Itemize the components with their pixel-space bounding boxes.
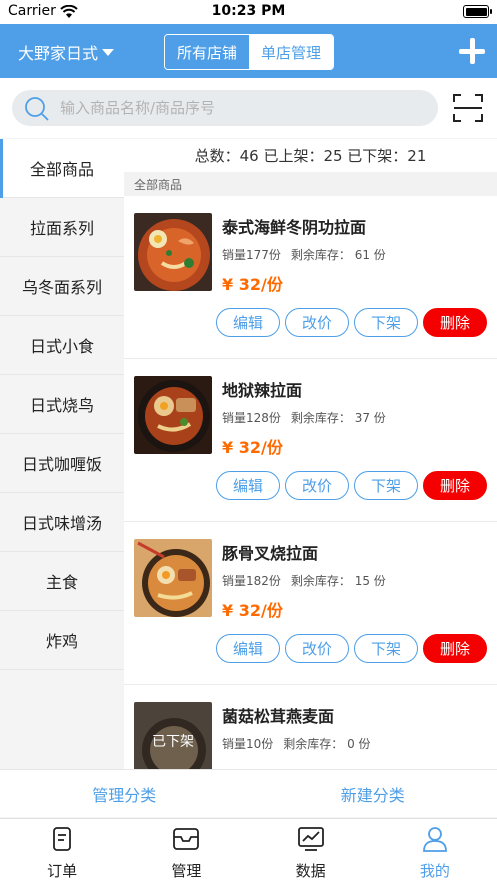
product-name: 菌菇松茸燕麦面 <box>222 707 335 726</box>
product-list-panel: 总数：46 已上架：25 已下架：21 全部商品 泰式海鲜冬阴功拉面 销量177… <box>124 139 497 769</box>
tab-label: 订单 <box>47 862 78 880</box>
search-bar <box>0 78 497 138</box>
take-down-button[interactable]: 下架 <box>354 471 418 500</box>
edit-button[interactable]: 编辑 <box>216 471 280 500</box>
product-image <box>134 213 212 291</box>
store-mode-toggle: 所有店铺 单店管理 <box>164 34 334 70</box>
store-selector[interactable]: 大野家日式 <box>18 40 115 64</box>
reprice-button[interactable]: 改价 <box>285 634 349 663</box>
category-actions-bar: 管理分类 新建分类 <box>0 769 497 817</box>
edit-button[interactable]: 编辑 <box>216 634 280 663</box>
search-icon <box>24 96 50 126</box>
take-down-button[interactable]: 下架 <box>354 634 418 663</box>
product-item[interactable]: 泰式海鲜冬阴功拉面 销量177份 剩余库存： 61 份 ¥ 32/份 编辑 改价 … <box>124 196 497 359</box>
product-image <box>134 376 212 454</box>
caret-down-icon <box>102 48 115 56</box>
app-header: 大野家日式 所有店铺 单店管理 <box>0 24 497 78</box>
tab-label: 数据 <box>295 862 326 880</box>
product-image <box>134 539 212 617</box>
tab-bar: 订单 管理 数据 我的 <box>0 818 497 883</box>
edit-button[interactable]: 编辑 <box>216 308 280 337</box>
product-stats: 销量128份 剩余库存： 37 份 <box>222 409 386 426</box>
delete-button[interactable]: 删除 <box>423 634 487 663</box>
battery-icon <box>463 5 492 18</box>
product-actions: 编辑 改价 下架 删除 <box>216 308 487 337</box>
category-yakitori[interactable]: 日式烧鸟 <box>0 375 124 434</box>
store-name: 大野家日式 <box>18 44 99 63</box>
reprice-button[interactable]: 改价 <box>285 308 349 337</box>
product-stats: 销量177份 剩余库存： 61 份 <box>222 246 386 263</box>
product-stock: 剩余库存： 0 份 <box>283 737 371 751</box>
tab-label: 管理 <box>171 862 202 880</box>
product-price: ¥ 32/份 <box>222 438 283 457</box>
product-stats: 销量182份 剩余库存： 15 份 <box>222 572 386 589</box>
product-name: 豚骨叉烧拉面 <box>222 544 319 563</box>
data-chart-icon <box>297 826 325 856</box>
category-udon[interactable]: 乌冬面系列 <box>0 257 124 316</box>
clock: 10:23 PM <box>211 3 286 19</box>
category-ramen[interactable]: 拉面系列 <box>0 198 124 257</box>
offshelf-badge: 已下架 <box>134 702 212 769</box>
product-image: 已下架 <box>134 702 212 769</box>
manage-icon <box>172 826 200 856</box>
tab-profile[interactable]: 我的 <box>373 819 497 883</box>
product-price: ¥ 32/份 <box>222 275 283 294</box>
product-name: 泰式海鲜冬阴功拉面 <box>222 218 367 237</box>
product-summary: 总数：46 已上架：25 已下架：21 <box>124 139 497 172</box>
delete-button[interactable]: 删除 <box>423 308 487 337</box>
product-sales: 销量182份 <box>222 574 281 588</box>
product-actions: 编辑 改价 下架 删除 <box>216 634 487 663</box>
category-snacks[interactable]: 日式小食 <box>0 316 124 375</box>
profile-icon <box>422 826 448 856</box>
take-down-button[interactable]: 下架 <box>354 308 418 337</box>
order-icon <box>49 826 75 856</box>
tab-orders[interactable]: 订单 <box>0 819 124 883</box>
category-all[interactable]: 全部商品 <box>0 139 124 198</box>
search-box <box>12 90 438 126</box>
product-name: 地狱辣拉面 <box>222 381 303 400</box>
manage-categories-button[interactable]: 管理分类 <box>0 770 249 817</box>
tab-data[interactable]: 数据 <box>249 819 373 883</box>
product-sales: 销量177份 <box>222 248 281 262</box>
product-stock: 剩余库存： 37 份 <box>290 411 386 425</box>
category-sidebar: 全部商品 拉面系列 乌冬面系列 日式小食 日式烧鸟 日式咖喱饭 日式味增汤 主食… <box>0 139 124 769</box>
product-stats: 销量10份 剩余库存： 0 份 <box>222 735 371 752</box>
product-sales: 销量10份 <box>222 737 274 751</box>
segment-all-stores[interactable]: 所有店铺 <box>165 35 249 69</box>
product-stock: 剩余库存： 61 份 <box>290 248 386 262</box>
add-icon[interactable] <box>457 36 487 66</box>
product-item[interactable]: 地狱辣拉面 销量128份 剩余库存： 37 份 ¥ 32/份 编辑 改价 下架 删… <box>124 359 497 522</box>
category-fried-chicken[interactable]: 炸鸡 <box>0 611 124 670</box>
new-category-button[interactable]: 新建分类 <box>249 770 497 817</box>
segment-single-store[interactable]: 单店管理 <box>249 35 333 69</box>
tab-manage[interactable]: 管理 <box>124 819 248 883</box>
product-actions: 编辑 改价 下架 删除 <box>216 471 487 500</box>
tab-label: 我的 <box>419 862 450 880</box>
product-sales: 销量128份 <box>222 411 281 425</box>
product-item[interactable]: 已下架 菌菇松茸燕麦面 销量10份 剩余库存： 0 份 <box>124 685 497 769</box>
category-curry-rice[interactable]: 日式咖喱饭 <box>0 434 124 493</box>
product-price: ¥ 32/份 <box>222 601 283 620</box>
scan-icon[interactable] <box>452 92 484 128</box>
category-staple[interactable]: 主食 <box>0 552 124 611</box>
search-input[interactable] <box>60 90 430 126</box>
product-item[interactable]: 豚骨叉烧拉面 销量182份 剩余库存： 15 份 ¥ 32/份 编辑 改价 下架 … <box>124 522 497 685</box>
section-title: 全部商品 <box>124 172 497 196</box>
delete-button[interactable]: 删除 <box>423 471 487 500</box>
product-stock: 剩余库存： 15 份 <box>290 574 386 588</box>
category-miso-soup[interactable]: 日式味增汤 <box>0 493 124 552</box>
reprice-button[interactable]: 改价 <box>285 471 349 500</box>
status-bar: Carrier 10:23 PM <box>0 0 497 24</box>
